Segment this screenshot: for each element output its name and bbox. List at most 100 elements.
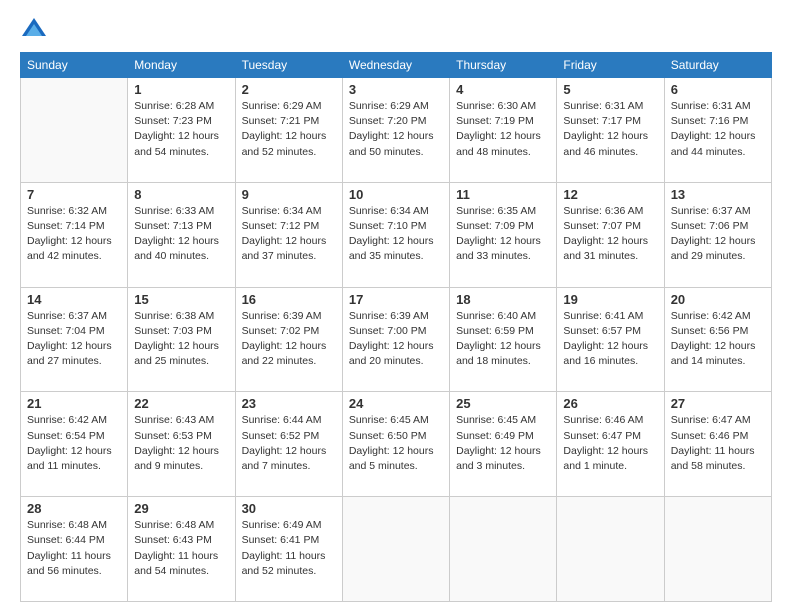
calendar-cell: 29Sunrise: 6:48 AMSunset: 6:43 PMDayligh… <box>128 497 235 602</box>
day-number: 6 <box>671 82 765 97</box>
calendar-cell: 12 Sunrise: 6:36 AMSunset: 7:07 PMDayligh… <box>557 182 664 287</box>
page: SundayMondayTuesdayWednesdayThursdayFrid… <box>0 0 792 612</box>
calendar-cell: 23 Sunrise: 6:44 AMSunset: 6:52 PMDayligh… <box>235 392 342 497</box>
calendar-cell <box>21 78 128 183</box>
day-info: Sunrise: 6:39 AMSunset: 7:00 PMDaylight:… <box>349 309 443 370</box>
day-info: Sunrise: 6:35 AMSunset: 7:09 PMDaylight:… <box>456 204 550 265</box>
day-info: Sunrise: 6:43 AMSunset: 6:53 PMDaylight:… <box>134 413 228 474</box>
calendar-cell: 21 Sunrise: 6:42 AMSunset: 6:54 PMDayligh… <box>21 392 128 497</box>
day-number: 16 <box>242 292 336 307</box>
day-number: 12 <box>563 187 657 202</box>
day-info: Sunrise: 6:44 AMSunset: 6:52 PMDaylight:… <box>242 413 336 474</box>
calendar-cell <box>450 497 557 602</box>
col-header-monday: Monday <box>128 53 235 78</box>
day-info: Sunrise: 6:40 AMSunset: 6:59 PMDaylight:… <box>456 309 550 370</box>
week-row-5: 28 Sunrise: 6:48 AMSunset: 6:44 PMDayligh… <box>21 497 772 602</box>
day-number: 25 <box>456 396 550 411</box>
day-number: 22 <box>134 396 228 411</box>
day-info: Sunrise: 6:37 AMSunset: 7:06 PMDaylight:… <box>671 204 765 265</box>
day-number: 15 <box>134 292 228 307</box>
day-number: 18 <box>456 292 550 307</box>
calendar-cell: 14 Sunrise: 6:37 AMSunset: 7:04 PMDayligh… <box>21 287 128 392</box>
calendar-cell: 28 Sunrise: 6:48 AMSunset: 6:44 PMDayligh… <box>21 497 128 602</box>
calendar-cell <box>342 497 449 602</box>
calendar-cell: 19 Sunrise: 6:41 AMSunset: 6:57 PMDayligh… <box>557 287 664 392</box>
day-number: 9 <box>242 187 336 202</box>
calendar-cell: 8 Sunrise: 6:33 AMSunset: 7:13 PMDaylight… <box>128 182 235 287</box>
week-row-1: 1 Sunrise: 6:28 AMSunset: 7:23 PMDaylight… <box>21 78 772 183</box>
calendar-cell: 13 Sunrise: 6:37 AMSunset: 7:06 PMDayligh… <box>664 182 771 287</box>
day-info: Sunrise: 6:42 AMSunset: 6:56 PMDaylight:… <box>671 309 765 370</box>
col-header-friday: Friday <box>557 53 664 78</box>
calendar-cell: 2Sunrise: 6:29 AMSunset: 7:21 PMDaylight… <box>235 78 342 183</box>
day-number: 29 <box>134 501 228 516</box>
day-info: Sunrise: 6:33 AMSunset: 7:13 PMDaylight:… <box>134 204 228 265</box>
day-number: 24 <box>349 396 443 411</box>
col-header-sunday: Sunday <box>21 53 128 78</box>
day-number: 10 <box>349 187 443 202</box>
day-number: 26 <box>563 396 657 411</box>
day-number: 7 <box>27 187 121 202</box>
week-row-3: 14 Sunrise: 6:37 AMSunset: 7:04 PMDayligh… <box>21 287 772 392</box>
day-number: 4 <box>456 82 550 97</box>
calendar-cell: 27 Sunrise: 6:47 AMSunset: 6:46 PMDayligh… <box>664 392 771 497</box>
week-row-2: 7 Sunrise: 6:32 AMSunset: 7:14 PMDaylight… <box>21 182 772 287</box>
day-info: Sunrise: 6:37 AMSunset: 7:04 PMDaylight:… <box>27 309 121 370</box>
day-info: Sunrise: 6:34 AMSunset: 7:10 PMDaylight:… <box>349 204 443 265</box>
week-row-4: 21 Sunrise: 6:42 AMSunset: 6:54 PMDayligh… <box>21 392 772 497</box>
day-info: Sunrise: 6:47 AMSunset: 6:46 PMDaylight:… <box>671 413 765 474</box>
day-info: Sunrise: 6:41 AMSunset: 6:57 PMDaylight:… <box>563 309 657 370</box>
day-number: 28 <box>27 501 121 516</box>
day-info: Sunrise: 6:30 AMSunset: 7:19 PMDaylight:… <box>456 99 550 160</box>
calendar-cell: 5Sunrise: 6:31 AMSunset: 7:17 PMDaylight… <box>557 78 664 183</box>
day-info: Sunrise: 6:38 AMSunset: 7:03 PMDaylight:… <box>134 309 228 370</box>
day-number: 14 <box>27 292 121 307</box>
calendar-cell: 17 Sunrise: 6:39 AMSunset: 7:00 PMDayligh… <box>342 287 449 392</box>
day-info: Sunrise: 6:42 AMSunset: 6:54 PMDaylight:… <box>27 413 121 474</box>
calendar-cell: 7 Sunrise: 6:32 AMSunset: 7:14 PMDaylight… <box>21 182 128 287</box>
day-info: Sunrise: 6:45 AMSunset: 6:50 PMDaylight:… <box>349 413 443 474</box>
header <box>20 16 772 44</box>
day-info: Sunrise: 6:49 AMSunset: 6:41 PMDaylight:… <box>242 518 336 579</box>
calendar-cell: 30 Sunrise: 6:49 AMSunset: 6:41 PMDayligh… <box>235 497 342 602</box>
day-info: Sunrise: 6:34 AMSunset: 7:12 PMDaylight:… <box>242 204 336 265</box>
day-number: 30 <box>242 501 336 516</box>
calendar-cell: 20 Sunrise: 6:42 AMSunset: 6:56 PMDayligh… <box>664 287 771 392</box>
day-info: Sunrise: 6:29 AMSunset: 7:20 PMDaylight:… <box>349 99 443 160</box>
day-number: 2 <box>242 82 336 97</box>
col-header-saturday: Saturday <box>664 53 771 78</box>
calendar-cell: 3 Sunrise: 6:29 AMSunset: 7:20 PMDaylight… <box>342 78 449 183</box>
day-number: 17 <box>349 292 443 307</box>
day-info: Sunrise: 6:32 AMSunset: 7:14 PMDaylight:… <box>27 204 121 265</box>
day-info: Sunrise: 6:31 AMSunset: 7:17 PMDaylight:… <box>563 99 657 160</box>
day-number: 27 <box>671 396 765 411</box>
calendar-cell <box>557 497 664 602</box>
day-info: Sunrise: 6:48 AMSunset: 6:44 PMDaylight:… <box>27 518 121 579</box>
day-info: Sunrise: 6:31 AMSunset: 7:16 PMDaylight:… <box>671 99 765 160</box>
calendar-cell: 9 Sunrise: 6:34 AMSunset: 7:12 PMDaylight… <box>235 182 342 287</box>
calendar-cell: 24 Sunrise: 6:45 AMSunset: 6:50 PMDayligh… <box>342 392 449 497</box>
day-number: 11 <box>456 187 550 202</box>
calendar-cell: 22 Sunrise: 6:43 AMSunset: 6:53 PMDayligh… <box>128 392 235 497</box>
calendar-cell: 25 Sunrise: 6:45 AMSunset: 6:49 PMDayligh… <box>450 392 557 497</box>
col-header-tuesday: Tuesday <box>235 53 342 78</box>
day-number: 13 <box>671 187 765 202</box>
calendar-header-row: SundayMondayTuesdayWednesdayThursdayFrid… <box>21 53 772 78</box>
day-number: 8 <box>134 187 228 202</box>
calendar-cell: 16Sunrise: 6:39 AMSunset: 7:02 PMDayligh… <box>235 287 342 392</box>
day-number: 20 <box>671 292 765 307</box>
day-number: 21 <box>27 396 121 411</box>
day-info: Sunrise: 6:36 AMSunset: 7:07 PMDaylight:… <box>563 204 657 265</box>
day-number: 19 <box>563 292 657 307</box>
calendar-cell: 18 Sunrise: 6:40 AMSunset: 6:59 PMDayligh… <box>450 287 557 392</box>
day-number: 1 <box>134 82 228 97</box>
calendar-cell <box>664 497 771 602</box>
calendar-cell: 15 Sunrise: 6:38 AMSunset: 7:03 PMDayligh… <box>128 287 235 392</box>
day-number: 23 <box>242 396 336 411</box>
calendar-table: SundayMondayTuesdayWednesdayThursdayFrid… <box>20 52 772 602</box>
day-info: Sunrise: 6:28 AMSunset: 7:23 PMDaylight:… <box>134 99 228 160</box>
day-info: Sunrise: 6:45 AMSunset: 6:49 PMDaylight:… <box>456 413 550 474</box>
calendar-cell: 26Sunrise: 6:46 AMSunset: 6:47 PMDayligh… <box>557 392 664 497</box>
col-header-thursday: Thursday <box>450 53 557 78</box>
day-number: 3 <box>349 82 443 97</box>
